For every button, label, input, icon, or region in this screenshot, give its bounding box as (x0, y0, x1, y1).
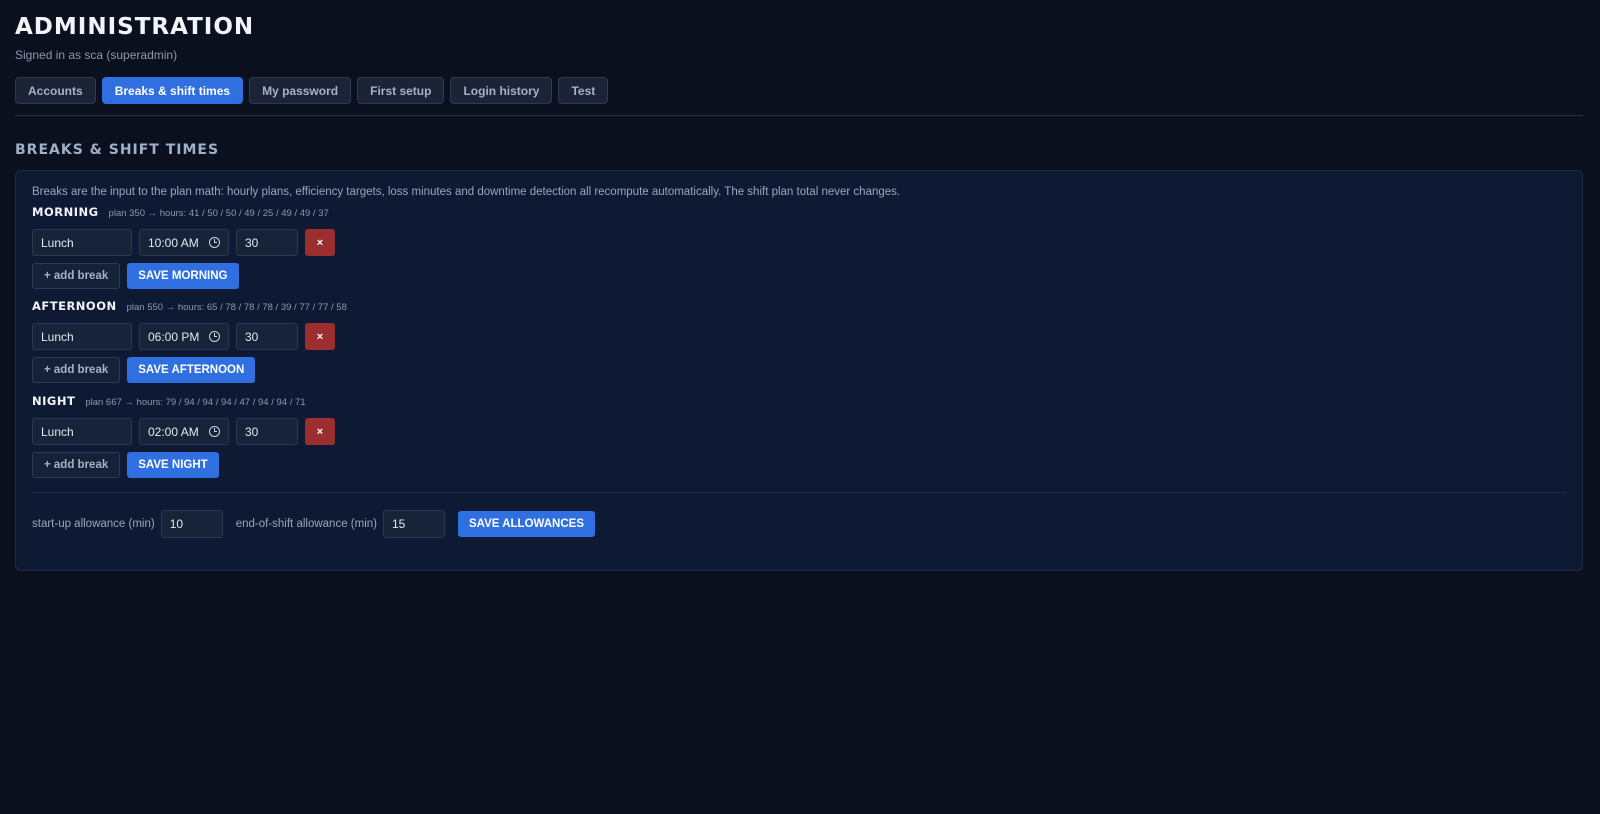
tab-test[interactable]: Test (558, 77, 609, 104)
shift-header: MORNING plan 350 → hours: 41 / 50 / 50 /… (32, 205, 335, 221)
save-morning-button[interactable]: SAVE MORNING (127, 263, 239, 289)
page-title: ADMINISTRATION (15, 14, 255, 40)
tab-first-setup[interactable]: First setup (357, 77, 445, 104)
header-divider (15, 115, 1583, 116)
save-allowances-button[interactable]: SAVE ALLOWANCES (457, 511, 595, 537)
break-row: Lunch 10:00 AM 30 × (32, 229, 335, 256)
shift-name: MORNING (32, 205, 99, 219)
add-break-button[interactable]: + add break (32, 452, 121, 478)
break-name-input[interactable]: Lunch (32, 229, 132, 256)
break-duration-input[interactable]: 30 (236, 418, 298, 445)
break-name-input[interactable]: Lunch (32, 418, 132, 445)
page-header: ADMINISTRATION Signed in as sca (superad… (15, 12, 254, 62)
shift-morning: MORNING plan 350 → hours: 41 / 50 / 50 /… (32, 205, 335, 289)
section-title: BREAKS & SHIFT TIMES (15, 142, 220, 158)
startup-allowance-label: start-up allowance (min) (32, 518, 155, 530)
clock-icon[interactable] (209, 331, 220, 342)
break-time-value: 06:00 PM (148, 329, 200, 344)
shift-plan-summary: plan 550 → hours: 65 / 78 / 78 / 78 / 39… (126, 302, 347, 313)
delete-break-button[interactable]: × (305, 229, 335, 256)
break-duration-input[interactable]: 30 (236, 229, 298, 256)
shift-actions: + add break SAVE AFTERNOON (32, 357, 347, 383)
shift-plan-summary: plan 667 → hours: 79 / 94 / 94 / 94 / 47… (85, 397, 306, 408)
shift-night: NIGHT plan 667 → hours: 79 / 94 / 94 / 9… (32, 394, 335, 478)
end-allowance-input[interactable]: 15 (382, 510, 445, 538)
save-afternoon-button[interactable]: SAVE AFTERNOON (127, 357, 256, 383)
break-time-input[interactable]: 02:00 AM (139, 418, 229, 445)
break-time-input[interactable]: 10:00 AM (139, 229, 229, 256)
shift-afternoon: AFTERNOON plan 550 → hours: 65 / 78 / 78… (32, 299, 347, 383)
delete-break-button[interactable]: × (305, 323, 335, 350)
break-time-value: 10:00 AM (148, 235, 199, 250)
tab-login-history[interactable]: Login history (450, 77, 553, 104)
allowances-divider (32, 492, 1566, 493)
intro-text: Breaks are the input to the plan math: h… (32, 186, 901, 198)
admin-page: ADMINISTRATION Signed in as sca (superad… (0, 0, 1600, 814)
break-name-input[interactable]: Lunch (32, 323, 132, 350)
break-duration-input[interactable]: 30 (236, 323, 298, 350)
delete-break-button[interactable]: × (305, 418, 335, 445)
save-night-button[interactable]: SAVE NIGHT (127, 452, 219, 478)
add-break-button[interactable]: + add break (32, 263, 121, 289)
break-row: Lunch 06:00 PM 30 × (32, 323, 347, 350)
shift-name: NIGHT (32, 394, 76, 408)
shift-plan-summary: plan 350 → hours: 41 / 50 / 50 / 49 / 25… (108, 208, 329, 219)
shift-actions: + add break SAVE NIGHT (32, 452, 335, 478)
signed-in-info: Signed in as sca (superadmin) (15, 48, 178, 62)
shift-name: AFTERNOON (32, 299, 117, 313)
end-allowance-label: end-of-shift allowance (min) (235, 518, 377, 530)
break-time-value: 02:00 AM (148, 424, 199, 439)
clock-icon[interactable] (209, 426, 220, 437)
break-row: Lunch 02:00 AM 30 × (32, 418, 335, 445)
shift-header: NIGHT plan 667 → hours: 79 / 94 / 94 / 9… (32, 394, 335, 410)
break-time-input[interactable]: 06:00 PM (139, 323, 229, 350)
shift-header: AFTERNOON plan 550 → hours: 65 / 78 / 78… (32, 299, 347, 315)
clock-icon[interactable] (209, 237, 220, 248)
tab-accounts[interactable]: Accounts (15, 77, 96, 104)
admin-tabs: Accounts Breaks & shift times My passwor… (15, 77, 609, 104)
allowances-row: start-up allowance (min) 10 end-of-shift… (32, 510, 595, 538)
startup-allowance-input[interactable]: 10 (160, 510, 223, 538)
tab-breaks-shift-times[interactable]: Breaks & shift times (101, 77, 244, 104)
tab-my-password[interactable]: My password (249, 77, 352, 104)
add-break-button[interactable]: + add break (32, 357, 121, 383)
breaks-panel: Breaks are the input to the plan math: h… (15, 170, 1583, 571)
shift-actions: + add break SAVE MORNING (32, 263, 335, 289)
